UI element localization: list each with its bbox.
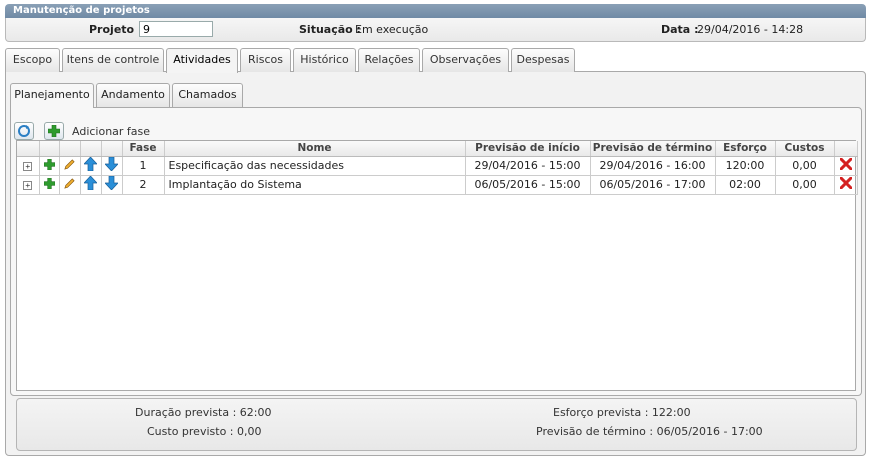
cost-cell: 0,00: [775, 175, 835, 195]
end-cell: 06/05/2016 - 17:00: [590, 175, 716, 195]
column-esforco[interactable]: Esforço: [715, 141, 776, 157]
summary-end: Previsão de término : 06/05/2016 - 17:00: [536, 425, 763, 438]
tab-escopo[interactable]: Escopo: [5, 48, 60, 72]
header-spacer: [101, 141, 123, 157]
plus-icon: [48, 125, 60, 137]
tab-historico[interactable]: Histórico: [293, 48, 356, 72]
column-previsao-termino[interactable]: Previsão de término: [590, 141, 716, 157]
phases-grid: Fase Nome Previsão de início Previsão de…: [16, 140, 858, 391]
phase-cell: 1: [122, 156, 165, 176]
name-cell[interactable]: Especificação das necessidades: [164, 156, 466, 176]
tab-riscos[interactable]: Riscos: [240, 48, 291, 72]
column-previsao-inicio[interactable]: Previsão de início: [465, 141, 591, 157]
tab-andamento[interactable]: Andamento: [96, 83, 170, 107]
tab-chamados[interactable]: Chamados: [172, 83, 243, 107]
summary-cost: Custo previsto : 0,00: [147, 425, 262, 438]
end-cell: 29/04/2016 - 16:00: [590, 156, 716, 176]
effort-cell: 120:00: [715, 156, 776, 176]
effort-cell: 02:00: [715, 175, 776, 195]
header-spacer: [80, 141, 102, 157]
table-row: + 2 Implantação do Sistema 06/05/2016 - …: [17, 175, 858, 195]
start-cell: 29/04/2016 - 15:00: [465, 156, 591, 176]
tab-observacoes[interactable]: Observações: [422, 48, 509, 72]
start-cell: 06/05/2016 - 15:00: [465, 175, 591, 195]
expand-icon: +: [23, 162, 33, 171]
delete-button[interactable]: [834, 156, 858, 176]
status-value: Em execução: [355, 23, 429, 36]
move-down-button[interactable]: [101, 156, 123, 176]
pencil-icon: [64, 177, 75, 189]
refresh-icon: [18, 125, 30, 137]
table-row: + 1 Especificação das necessidades 29/04…: [17, 156, 858, 176]
move-down-button[interactable]: [101, 175, 123, 195]
status-label: Situação :: [299, 23, 361, 36]
summary-duration: Duração prevista : 62:00: [135, 406, 272, 419]
plus-icon: [43, 158, 55, 170]
project-header: Projeto : Situação : Em execução Data : …: [5, 18, 866, 42]
window-title: Manutenção de projetos: [5, 4, 866, 18]
column-nome[interactable]: Nome: [164, 141, 466, 157]
name-cell[interactable]: Implantação do Sistema: [164, 175, 466, 195]
add-phase-label[interactable]: Adicionar fase: [72, 125, 150, 138]
column-fase[interactable]: Fase: [122, 141, 165, 157]
move-up-button[interactable]: [80, 156, 102, 176]
tab-itens-de-controle[interactable]: Itens de controle: [62, 48, 164, 72]
date-label: Data :: [661, 23, 699, 36]
expand-icon: +: [23, 181, 33, 190]
pencil-icon: [64, 158, 75, 170]
plus-icon: [43, 177, 55, 189]
move-up-button[interactable]: [80, 175, 102, 195]
arrow-down-icon: [104, 156, 119, 172]
edit-button[interactable]: [59, 156, 81, 176]
delete-button[interactable]: [834, 175, 858, 195]
summary-effort: Esforço prevista : 122:00: [553, 406, 691, 419]
arrow-down-icon: [104, 175, 119, 191]
grid-header: Fase Nome Previsão de início Previsão de…: [17, 141, 858, 157]
arrow-up-icon: [83, 156, 98, 172]
expand-button[interactable]: +: [17, 175, 40, 195]
add-phase-button[interactable]: [44, 122, 64, 140]
tab-relacoes[interactable]: Relações: [358, 48, 420, 72]
edit-button[interactable]: [59, 175, 81, 195]
header-spacer: [17, 141, 40, 157]
refresh-button[interactable]: [14, 122, 34, 140]
date-value: 29/04/2016 - 14:28: [697, 23, 804, 36]
header-spacer: [39, 141, 60, 157]
arrow-up-icon: [83, 175, 98, 191]
header-spacer: [59, 141, 81, 157]
tab-despesas[interactable]: Despesas: [511, 48, 575, 72]
column-custos[interactable]: Custos: [775, 141, 835, 157]
phase-cell: 2: [122, 175, 165, 195]
header-spacer: [834, 141, 858, 157]
cost-cell: 0,00: [775, 156, 835, 176]
project-input[interactable]: [139, 21, 213, 37]
summary-panel: Duração prevista : 62:00 Esforço previst…: [16, 398, 857, 451]
tab-atividades[interactable]: Atividades: [166, 48, 238, 73]
tab-planejamento[interactable]: Planejamento: [10, 83, 94, 108]
add-row-button[interactable]: [39, 175, 60, 195]
expand-button[interactable]: +: [17, 156, 40, 176]
add-row-button[interactable]: [39, 156, 60, 176]
delete-icon: [839, 176, 852, 190]
delete-icon: [839, 157, 852, 171]
project-label: Projeto :: [89, 23, 143, 36]
